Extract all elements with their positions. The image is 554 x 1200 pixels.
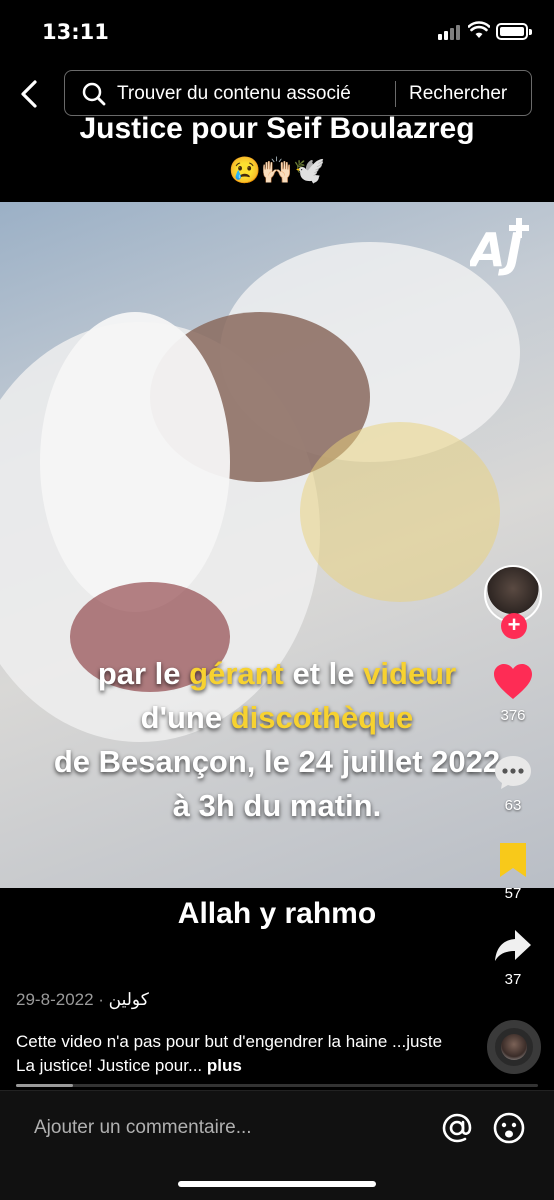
- comment-input[interactable]: Ajouter un commentaire...: [34, 1117, 252, 1139]
- heart-icon: [494, 664, 532, 699]
- share-button[interactable]: 37: [484, 928, 542, 988]
- video-overlay-caption: par le gérant et le videur d'une discoth…: [53, 656, 501, 823]
- status-bar: 13:11: [0, 0, 554, 62]
- wifi-icon: [468, 21, 490, 38]
- home-indicator: [178, 1181, 376, 1187]
- bookmark-icon: [500, 843, 526, 877]
- share-count: 37: [504, 971, 522, 988]
- share-arrow-icon: [495, 930, 531, 961]
- bookmark-button[interactable]: 57: [484, 842, 542, 902]
- more-link[interactable]: plus: [207, 1056, 242, 1075]
- video-player[interactable]: AJ par le gérant et le videur d'une disc…: [0, 202, 554, 888]
- cellular-signal-icon: [438, 24, 464, 40]
- title-emoji: 😢🙌🏻🕊️: [228, 155, 326, 185]
- author-separator: ·: [93, 990, 109, 1009]
- mention-icon[interactable]: [440, 1111, 474, 1145]
- follow-button[interactable]: +: [501, 613, 527, 639]
- back-button[interactable]: [14, 76, 46, 112]
- search-icon: [82, 82, 106, 106]
- post-description: Cette video n'a pas pour but d'engendrer…: [16, 1030, 456, 1078]
- author-line: كولين · 2022-8-29: [16, 990, 149, 1010]
- status-time: 13:11: [42, 20, 109, 44]
- video-progress-fill: [16, 1084, 74, 1087]
- search-button[interactable]: Rechercher: [409, 83, 507, 105]
- search-divider: [395, 81, 396, 107]
- post-date: 2022-8-29: [16, 990, 94, 1009]
- video-scene-collar: [300, 422, 500, 602]
- music-disc[interactable]: [487, 1020, 541, 1074]
- search-bar[interactable]: Trouver du contenu associé Rechercher: [64, 70, 532, 116]
- video-progress-bar[interactable]: [16, 1084, 538, 1087]
- like-button[interactable]: 376: [484, 664, 542, 724]
- video-subtitle: Allah y rahmo: [177, 897, 377, 930]
- comment-icon: [495, 756, 531, 789]
- video-title: Justice pour Seif Boulazreg: [79, 112, 475, 145]
- comment-count: 63: [504, 797, 522, 814]
- emoji-icon[interactable]: [492, 1111, 526, 1145]
- author-name[interactable]: كولين: [109, 990, 149, 1009]
- comment-bar: Ajouter un commentaire...: [0, 1090, 554, 1200]
- svg-text:AJ: AJ: [470, 223, 523, 277]
- battery-icon: [496, 23, 532, 40]
- comment-button[interactable]: 63: [484, 754, 542, 814]
- aj-plus-logo: AJ: [470, 218, 529, 277]
- video-scene-bandage: [40, 312, 230, 612]
- search-input[interactable]: Trouver du contenu associé: [117, 83, 351, 105]
- like-count: 376: [500, 707, 526, 724]
